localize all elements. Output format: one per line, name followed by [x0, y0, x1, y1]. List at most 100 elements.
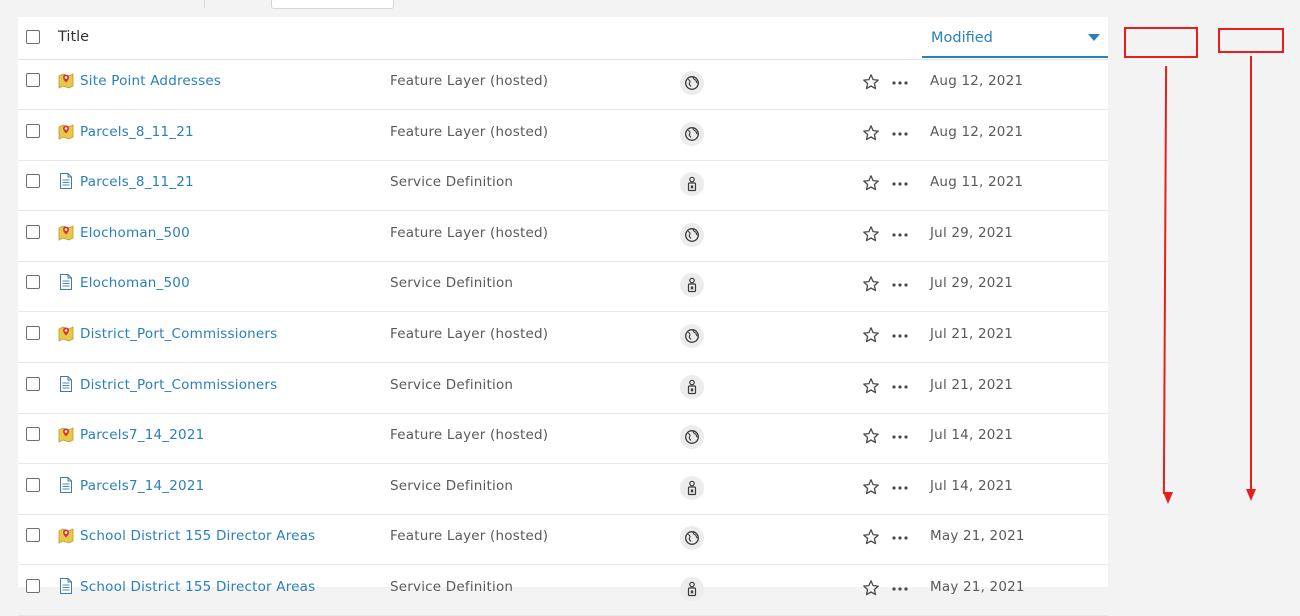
row-checkbox[interactable]: [26, 73, 40, 87]
item-type: Feature Layer (hosted): [390, 123, 549, 140]
more-options-icon[interactable]: [890, 480, 910, 494]
globe-icon: [680, 222, 704, 247]
row-checkbox[interactable]: [26, 224, 40, 239]
annotation-box-left: [1124, 27, 1198, 58]
table-row[interactable]: Site Point Addresses Feature Layer (hoste…: [18, 59, 1108, 110]
star-icon[interactable]: [862, 326, 880, 344]
document-icon: [58, 577, 74, 595]
feature-layer-icon: [58, 324, 74, 342]
more-options-icon[interactable]: [890, 126, 910, 140]
row-checkbox[interactable]: [26, 579, 40, 593]
item-title-link[interactable]: Site Point Addresses: [80, 73, 221, 89]
more-options-icon[interactable]: [890, 379, 910, 393]
item-title-link[interactable]: Parcels7_14_2021: [80, 478, 204, 494]
row-checkbox[interactable]: [26, 275, 40, 290]
toolbar-divider: [204, 0, 205, 8]
table-row[interactable]: Parcels_8_11_21 Feature Layer (hosted) Aug…: [18, 110, 1108, 161]
more-options-icon[interactable]: [890, 581, 910, 595]
item-modified-date: Jul 21, 2021: [930, 326, 1014, 342]
star-icon[interactable]: [862, 73, 880, 91]
row-checkbox[interactable]: [26, 427, 40, 442]
globe-icon: [680, 425, 704, 450]
column-header-title[interactable]: Title: [58, 29, 89, 45]
star-icon[interactable]: [862, 124, 880, 142]
annotation-arrow-head-left: [1163, 492, 1173, 504]
item-modified-date: Jul 29, 2021: [930, 224, 1014, 241]
item-type: Service Definition: [390, 376, 514, 393]
item-title-link[interactable]: District_Port_Commissioners: [80, 377, 277, 393]
star-icon[interactable]: [862, 478, 880, 496]
item-type: Feature Layer (hosted): [390, 73, 549, 89]
table-header: Title Modified: [18, 17, 1108, 60]
globe-icon: [680, 71, 704, 95]
item-modified-date: Jul 14, 2021: [930, 427, 1014, 444]
annotation-arrow-line-right: [1250, 56, 1252, 490]
table-row[interactable]: District_Port_Commissioners Service Defin…: [18, 363, 1108, 414]
table-row[interactable]: Parcels_8_11_21 Service Definition Aug 11,…: [18, 160, 1108, 212]
sort-descending-icon[interactable]: [1088, 34, 1100, 41]
more-options-icon[interactable]: [890, 328, 910, 342]
item-title-link[interactable]: School District 155 Director Areas: [80, 528, 315, 544]
item-title-link[interactable]: Parcels_8_11_21: [80, 124, 194, 140]
row-checkbox[interactable]: [26, 528, 40, 543]
item-title-link[interactable]: Elochoman_500: [80, 225, 190, 241]
lock-person-icon: [680, 273, 704, 298]
table-row[interactable]: Parcels7_14_2021 Service Definition Jul 14…: [18, 464, 1108, 515]
item-modified-date: May 21, 2021: [930, 528, 1025, 545]
item-modified-date: Aug 12, 2021: [930, 123, 1024, 140]
star-icon[interactable]: [862, 225, 880, 243]
table-row[interactable]: Elochoman_500 Feature Layer (hosted) Jul 2…: [18, 211, 1108, 262]
item-type: Service Definition: [390, 477, 514, 494]
lock-person-icon: [680, 374, 704, 399]
globe-icon: [680, 121, 704, 146]
document-icon: [58, 273, 74, 291]
row-checkbox[interactable]: [26, 376, 40, 391]
item-type: Feature Layer (hosted): [390, 326, 549, 342]
feature-layer-icon: [58, 71, 74, 89]
column-header-modified[interactable]: Modified: [922, 24, 1108, 58]
lock-person-icon: [680, 172, 704, 197]
more-options-icon[interactable]: [890, 176, 910, 190]
more-options-icon[interactable]: [890, 530, 910, 544]
item-title-link[interactable]: Parcels_8_11_21: [80, 174, 194, 190]
table-row[interactable]: Parcels7_14_2021 Feature Layer (hosted) Ju…: [18, 413, 1108, 465]
table-row[interactable]: District_Port_Commissioners Feature Layer…: [18, 312, 1108, 363]
star-icon[interactable]: [862, 275, 880, 293]
item-modified-date: Jul 14, 2021: [930, 477, 1014, 494]
more-options-icon[interactable]: [890, 227, 910, 241]
star-icon[interactable]: [862, 174, 880, 192]
table-row[interactable]: School District 155 Director Areas Featur…: [18, 514, 1108, 566]
row-checkbox[interactable]: [26, 123, 40, 138]
globe-icon: [680, 324, 704, 348]
document-icon: [58, 476, 74, 494]
more-options-icon[interactable]: [890, 277, 910, 291]
annotation-arrow-head-right: [1246, 489, 1256, 501]
item-title-link[interactable]: District_Port_Commissioners: [80, 326, 277, 342]
toolbar-control[interactable]: [271, 0, 394, 9]
item-modified-date: Aug 11, 2021: [930, 174, 1024, 191]
star-icon[interactable]: [862, 528, 880, 546]
document-icon: [58, 375, 74, 393]
more-options-icon[interactable]: [890, 429, 910, 443]
row-checkbox[interactable]: [26, 326, 40, 340]
item-title-link[interactable]: Elochoman_500: [80, 275, 190, 291]
table-row[interactable]: School District 155 Director Areas Servic…: [18, 565, 1108, 616]
content-table: Title Modified Site Point Addresses Featu…: [18, 17, 1108, 616]
row-checkbox[interactable]: [26, 477, 40, 492]
table-row[interactable]: Elochoman_500 Service Definition Jul 29, 2…: [18, 261, 1108, 313]
star-icon[interactable]: [862, 579, 880, 597]
star-icon[interactable]: [862, 377, 880, 395]
item-type: Service Definition: [390, 275, 514, 292]
item-modified-date: Aug 12, 2021: [930, 73, 1024, 89]
feature-layer-icon: [58, 223, 74, 241]
star-icon[interactable]: [862, 427, 880, 445]
item-modified-date: Jul 21, 2021: [930, 376, 1014, 393]
item-title-link[interactable]: School District 155 Director Areas: [80, 579, 315, 595]
select-all-checkbox[interactable]: [26, 30, 40, 44]
item-title-link[interactable]: Parcels7_14_2021: [80, 427, 204, 443]
lock-person-icon: [680, 475, 704, 500]
more-options-icon[interactable]: [890, 75, 910, 89]
item-type: Service Definition: [390, 579, 514, 595]
row-checkbox[interactable]: [26, 174, 40, 189]
document-icon: [58, 172, 74, 190]
